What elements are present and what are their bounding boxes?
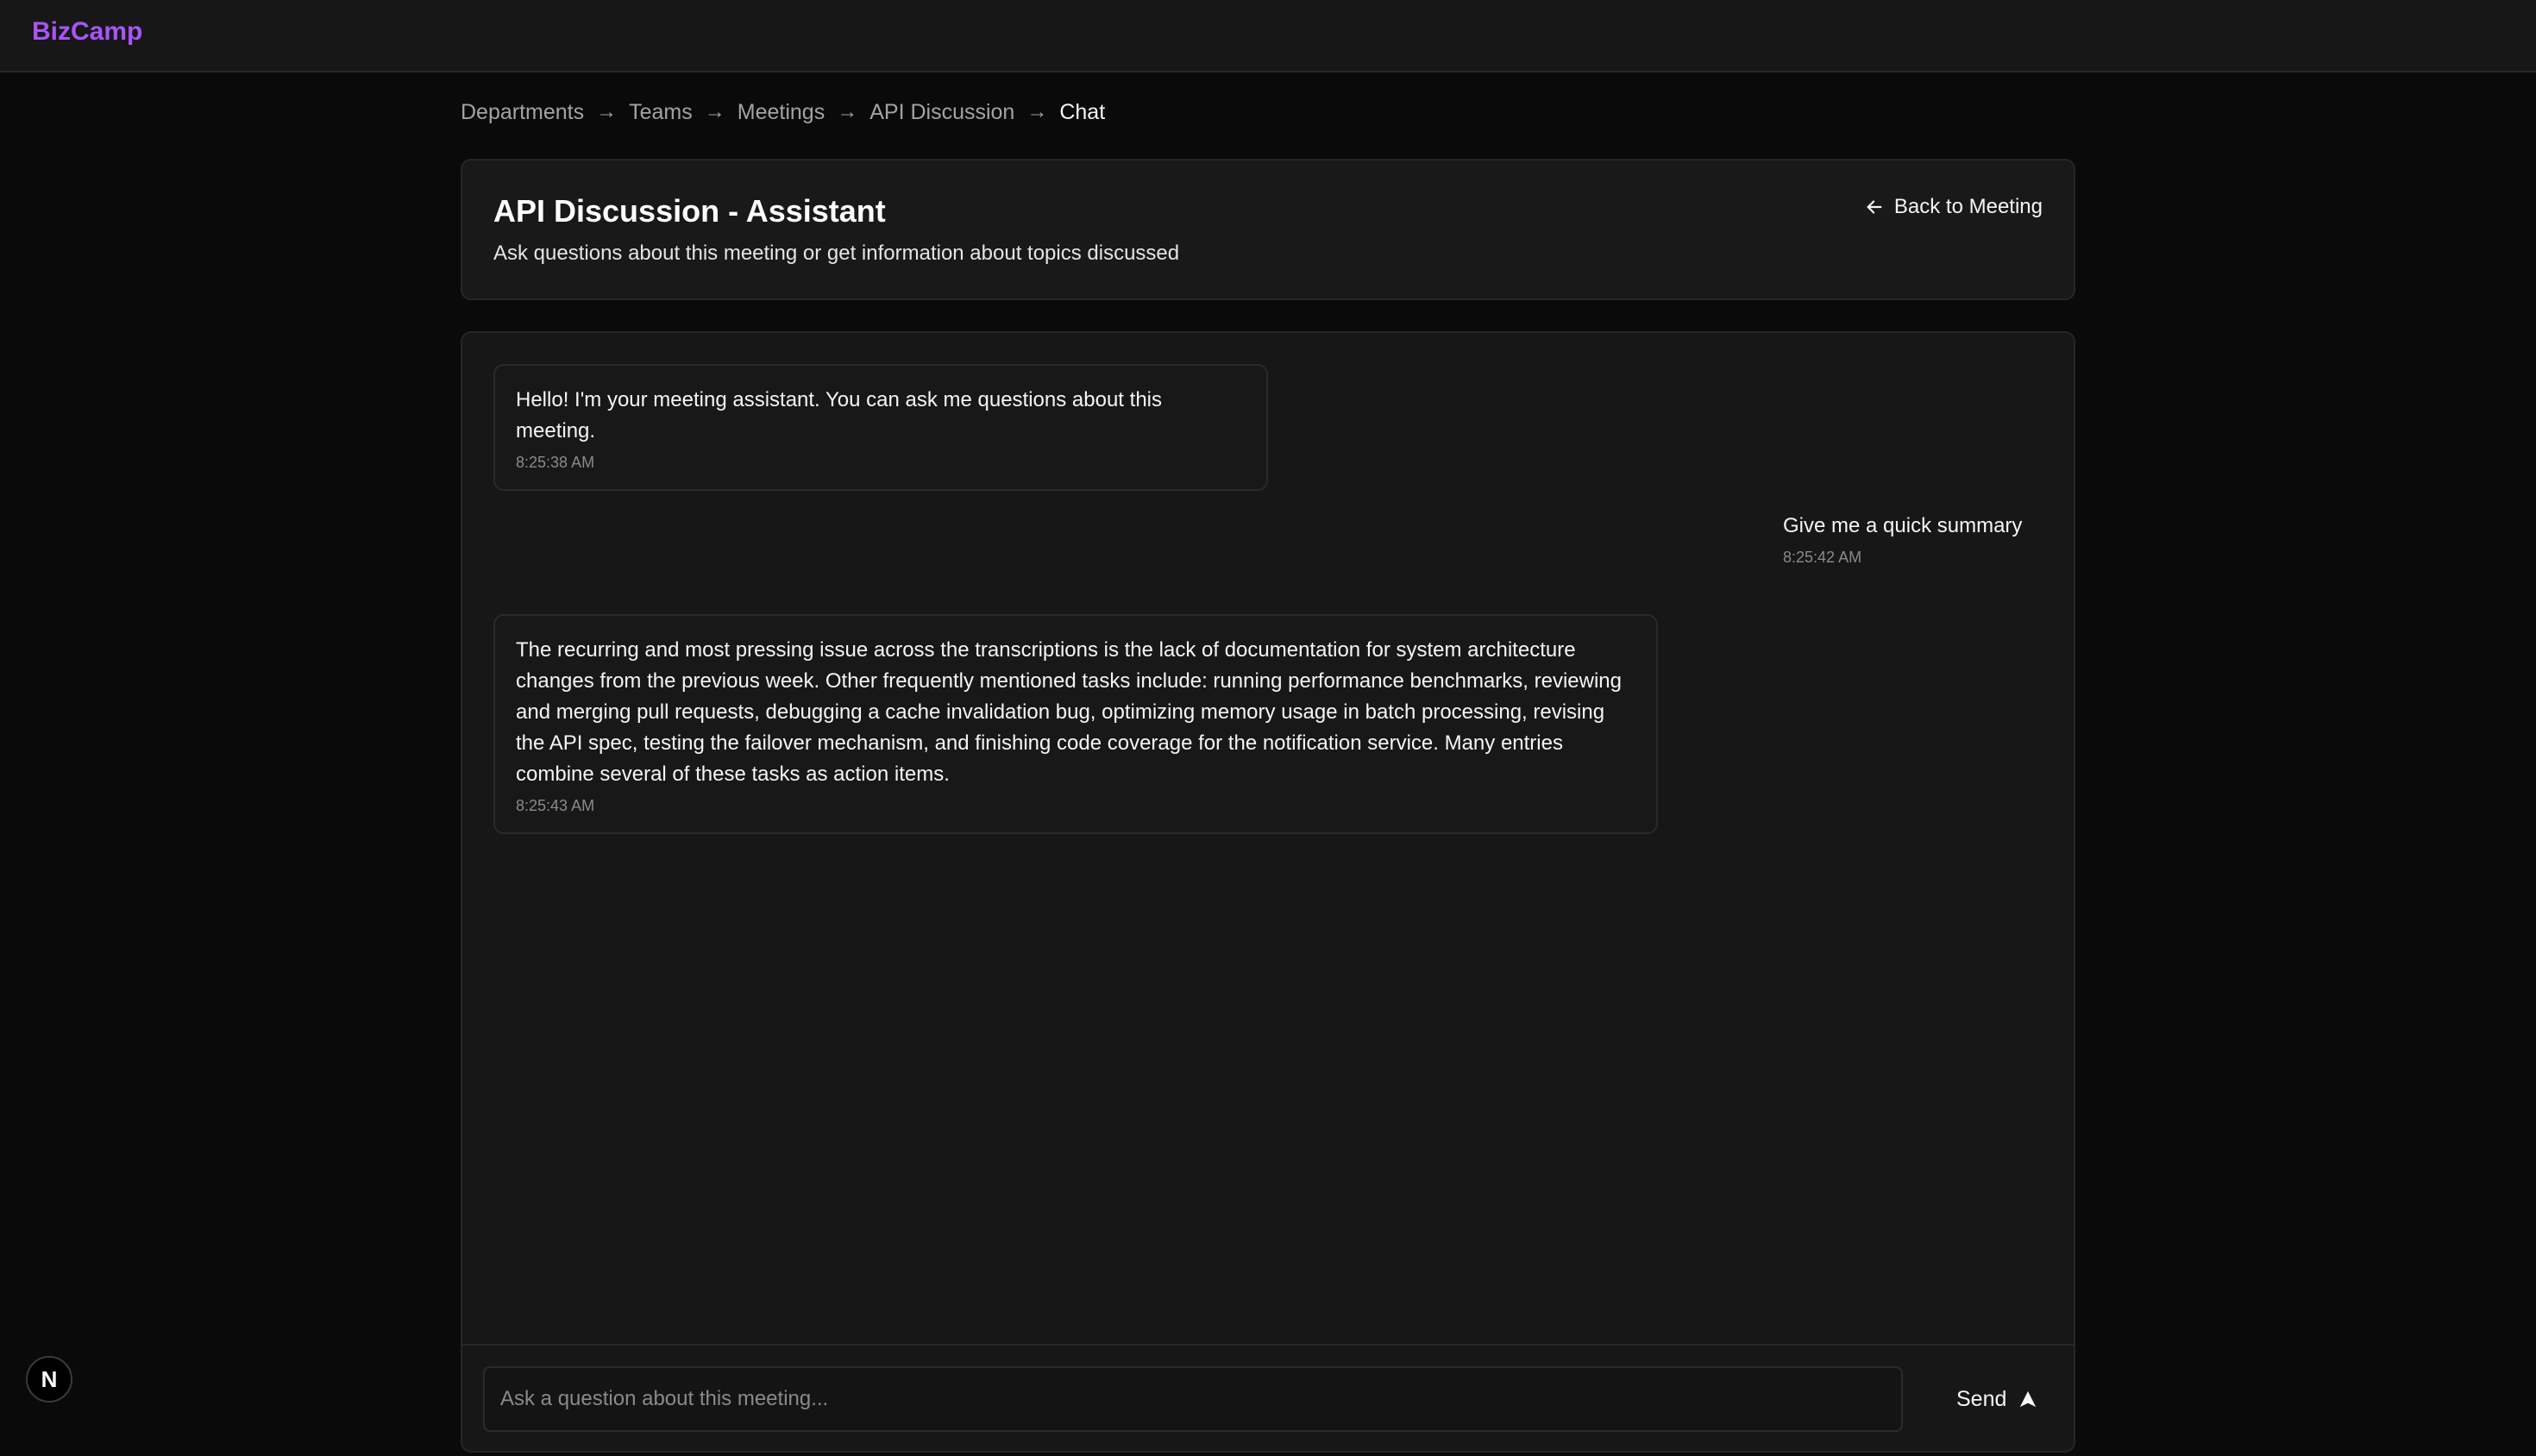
breadcrumb-api-discussion[interactable]: API Discussion <box>869 100 1014 125</box>
breadcrumb-separator: → <box>704 100 725 123</box>
page-subtitle: Ask questions about this meeting or get … <box>493 242 1180 265</box>
user-message: Give me a quick summary 8:25:42 AM <box>1783 511 2050 567</box>
message-timestamp: 8:25:38 AM <box>516 454 595 471</box>
breadcrumb-teams[interactable]: Teams <box>629 100 693 125</box>
assistant-message: Hello! I'm your meeting assistant. You c… <box>493 364 1268 491</box>
send-button-label: Send <box>1956 1386 2007 1411</box>
message-timestamp: 8:25:42 AM <box>1783 549 1862 566</box>
send-button[interactable]: Send <box>1943 1375 2051 1423</box>
message-timestamp: 8:25:43 AM <box>516 797 595 814</box>
breadcrumb: Departments → Teams → Meetings → API Dis… <box>461 98 1105 126</box>
page-title: API Discussion - Assistant <box>493 193 886 229</box>
top-navbar: BizCamp <box>0 0 2536 72</box>
chat-panel: Hello! I'm your meeting assistant. You c… <box>461 331 2075 1453</box>
back-to-meeting-button[interactable]: Back to Meeting <box>1865 195 2043 219</box>
message-text: Give me a quick summary <box>1783 514 2023 537</box>
arrow-left-icon <box>1867 200 1882 214</box>
chat-header-card: API Discussion - Assistant Ask questions… <box>461 159 2075 300</box>
breadcrumb-separator: → <box>596 100 618 123</box>
back-to-meeting-label: Back to Meeting <box>1893 195 2043 218</box>
breadcrumb-chat: Chat <box>1059 99 1106 124</box>
assistant-message: The recurring and most pressing issue ac… <box>493 614 1658 834</box>
dev-tools-badge[interactable]: N <box>26 1356 72 1403</box>
message-text: Hello! I'm your meeting assistant. You c… <box>516 388 1162 442</box>
message-composer: Send <box>462 1344 2074 1456</box>
breadcrumb-separator: → <box>1026 100 1048 123</box>
breadcrumb-departments[interactable]: Departments <box>461 100 584 125</box>
brand-logo[interactable]: BizCamp <box>32 17 142 47</box>
message-text: The recurring and most pressing issue ac… <box>516 638 1622 786</box>
send-icon <box>2020 1390 2037 1408</box>
chat-input[interactable] <box>483 1366 1903 1432</box>
dev-tools-badge-label: N <box>41 1365 58 1392</box>
breadcrumb-separator: → <box>837 100 858 123</box>
breadcrumb-meetings[interactable]: Meetings <box>738 100 825 125</box>
